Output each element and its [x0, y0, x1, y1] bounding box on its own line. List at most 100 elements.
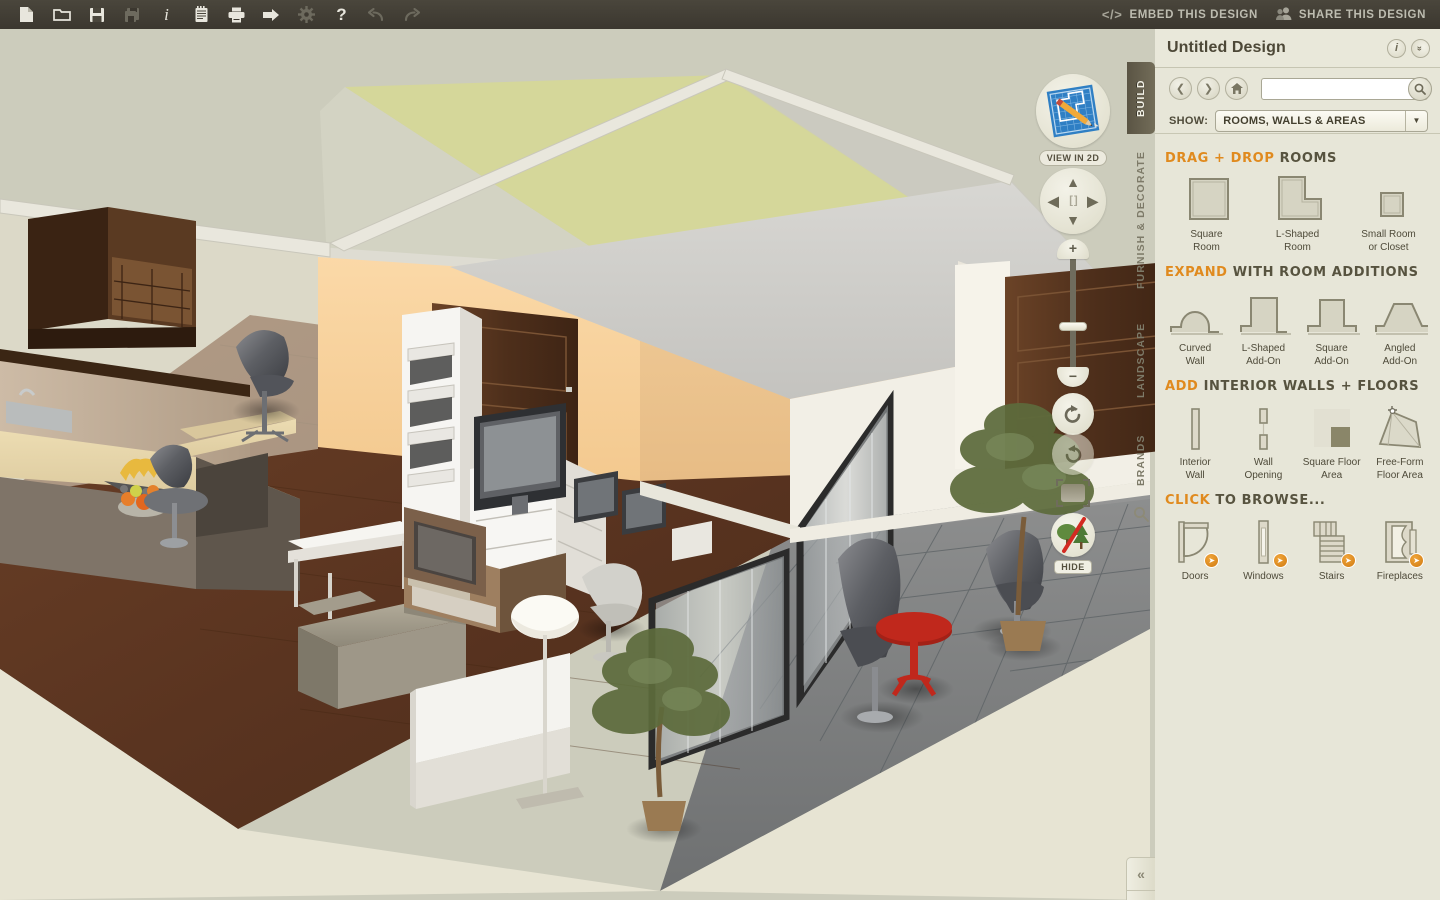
vtab-build[interactable]: BUILD	[1127, 62, 1155, 134]
show-filter-select[interactable]: ROOMS, WALLS & AREAS ▼	[1215, 110, 1428, 132]
zoom-slider-handle[interactable]	[1059, 322, 1087, 331]
share-design-label: SHARE THIS DESIGN	[1298, 8, 1426, 21]
item-l-shaped-addon[interactable]: L-Shaped Add-On	[1229, 288, 1297, 368]
vtab-furnish-decorate[interactable]: FURNISH & DECORATE	[1127, 140, 1155, 300]
redo-icon[interactable]	[395, 0, 428, 29]
nav-row: ❮ ❯	[1169, 76, 1432, 101]
fireplaces-icon: ➤	[1366, 516, 1434, 568]
l-shaped-room-icon	[1252, 174, 1343, 224]
items-rooms: Square Room L-Shaped Room Small Room or …	[1155, 174, 1440, 254]
view-in-2d-control[interactable]: VIEW IN 2D	[1036, 74, 1110, 166]
item-small-room[interactable]: Small Room or Closet	[1343, 174, 1434, 254]
share-design-button[interactable]: SHARE THIS DESIGN	[1275, 6, 1426, 23]
collapse-right-button[interactable]: »	[1126, 890, 1155, 900]
section-title-walls: ADD INTERIOR WALLS + FLOORS	[1155, 372, 1440, 402]
rotate-right-button[interactable]	[1052, 433, 1094, 475]
label-l-shaped-addon: L-Shaped Add-On	[1241, 343, 1286, 367]
label-doors: Doors	[1181, 571, 1209, 582]
item-square-room[interactable]: Square Room	[1161, 174, 1252, 254]
pan-control-pad[interactable]: ▲ ▼ ◀ ▶ [ ]	[1040, 168, 1106, 234]
hide-plants-button[interactable]	[1051, 513, 1095, 557]
save-icon[interactable]	[80, 0, 113, 29]
pan-right-arrow[interactable]: ▶	[1087, 194, 1098, 208]
zoom-out-button[interactable]: −	[1057, 367, 1089, 387]
item-stairs[interactable]: ➤ Stairs	[1298, 516, 1366, 583]
help-icon[interactable]: ?	[325, 0, 358, 29]
collapse-left-button[interactable]: «	[1126, 857, 1155, 890]
new-document-icon[interactable]	[10, 0, 43, 29]
panel-navigation: ❮ ❯ SHOW: ROOMS, WALLS & AREAS ▼	[1155, 68, 1440, 134]
design-title: Untitled Design	[1167, 39, 1286, 56]
stairs-browse-badge[interactable]: ➤	[1340, 553, 1356, 568]
zoom-slider[interactable]: + −	[1057, 239, 1089, 387]
vtab-brands[interactable]: BRANDS	[1127, 420, 1155, 500]
label-l-shaped-room: L-Shaped Room	[1275, 229, 1320, 253]
panel-collapse-button[interactable]: »	[1411, 38, 1430, 58]
main-toolbar: i ? </> EMBED THIS DESIGN SHARE THIS DES…	[0, 0, 1440, 29]
settings-gear-icon[interactable]	[290, 0, 323, 29]
frame-corner-tr	[1083, 479, 1090, 486]
item-l-shaped-room[interactable]: L-Shaped Room	[1252, 174, 1343, 254]
item-angled-addon[interactable]: Angled Add-On	[1366, 288, 1434, 368]
notes-icon[interactable]	[185, 0, 218, 29]
rotate-left-button[interactable]	[1052, 393, 1094, 435]
label-angled-addon: Angled Add-On	[1382, 343, 1418, 367]
section-title-additions: EXPAND WITH ROOM ADDITIONS	[1155, 258, 1440, 288]
pan-up-arrow[interactable]: ▲	[1066, 175, 1080, 189]
fireplaces-browse-badge[interactable]: ➤	[1409, 553, 1424, 568]
item-wall-opening[interactable]: Wall Opening	[1229, 402, 1297, 482]
save-as-icon[interactable]	[115, 0, 148, 29]
zoom-slider-track[interactable]	[1070, 253, 1076, 373]
people-icon	[1275, 6, 1292, 23]
section-title-rest: TO BROWSE...	[1215, 493, 1326, 508]
design-canvas-3d[interactable]: VIEW IN 2D ▲ ▼ ◀ ▶ [ ] + − HIDE «	[0, 29, 1155, 900]
item-windows[interactable]: ➤ Windows	[1229, 516, 1297, 583]
vtab-landscape[interactable]: LANDSCAPE	[1127, 306, 1155, 414]
item-doors[interactable]: ➤ Doors	[1161, 516, 1229, 583]
windows-browse-badge[interactable]: ➤	[1272, 553, 1288, 568]
isometric-house-render	[0, 29, 1155, 900]
frame-corner-bl	[1056, 500, 1063, 507]
hide-plants-control[interactable]: HIDE	[1051, 513, 1095, 575]
pan-left-arrow[interactable]: ◀	[1048, 194, 1059, 208]
pan-center-button[interactable]: [ ]	[1069, 195, 1077, 207]
pan-down-arrow[interactable]: ▼	[1066, 213, 1080, 227]
label-free-form-floor-area: Free-Form Floor Area	[1376, 457, 1424, 481]
search-button[interactable]	[1408, 76, 1432, 101]
items-browse: ➤ Doors ➤ Windows ➤ Stairs ➤ Fireplaces	[1155, 516, 1440, 583]
item-fireplaces[interactable]: ➤ Fireplaces	[1366, 516, 1434, 583]
square-addon-icon	[1298, 288, 1366, 338]
search-input[interactable]	[1261, 77, 1428, 100]
info-icon[interactable]: i	[150, 0, 183, 29]
zoom-in-button[interactable]: +	[1057, 239, 1089, 259]
embed-design-label: EMBED THIS DESIGN	[1129, 8, 1258, 21]
nav-forward-button[interactable]: ❯	[1197, 77, 1220, 100]
vtab-search-icon[interactable]	[1127, 506, 1155, 525]
open-folder-icon[interactable]	[45, 0, 78, 29]
item-square-addon[interactable]: Square Add-On	[1298, 288, 1366, 368]
design-info-button[interactable]: i	[1387, 38, 1406, 58]
items-additions: Curved Wall L-Shaped Add-On Square Add-O…	[1155, 288, 1440, 368]
panel-search	[1261, 76, 1432, 101]
item-free-form-floor-area[interactable]: Free-Form Floor Area	[1366, 402, 1434, 482]
blueprint-pencil-icon	[1046, 84, 1100, 138]
embed-design-button[interactable]: </> EMBED THIS DESIGN	[1102, 7, 1258, 22]
section-title-rest: INTERIOR WALLS + FLOORS	[1203, 379, 1420, 394]
view-2d-button[interactable]	[1036, 74, 1110, 148]
print-icon[interactable]	[220, 0, 253, 29]
item-curved-wall[interactable]: Curved Wall	[1161, 288, 1229, 368]
undo-icon[interactable]	[360, 0, 393, 29]
item-square-floor-area[interactable]: Square Floor Area	[1298, 402, 1366, 482]
code-icon: </>	[1101, 7, 1123, 22]
nav-home-button[interactable]	[1225, 77, 1248, 100]
chevron-down-icon[interactable]: ▼	[1405, 111, 1427, 131]
label-square-room: Square Room	[1190, 229, 1223, 253]
nav-back-button[interactable]: ❮	[1169, 77, 1192, 100]
panel-header-buttons: i »	[1387, 38, 1430, 58]
export-icon[interactable]	[255, 0, 288, 29]
item-interior-wall[interactable]: Interior Wall	[1161, 402, 1229, 482]
small-room-icon	[1343, 174, 1434, 224]
fit-to-view-button[interactable]	[1056, 479, 1090, 507]
angled-addon-icon	[1366, 288, 1434, 338]
doors-icon: ➤	[1161, 516, 1229, 568]
